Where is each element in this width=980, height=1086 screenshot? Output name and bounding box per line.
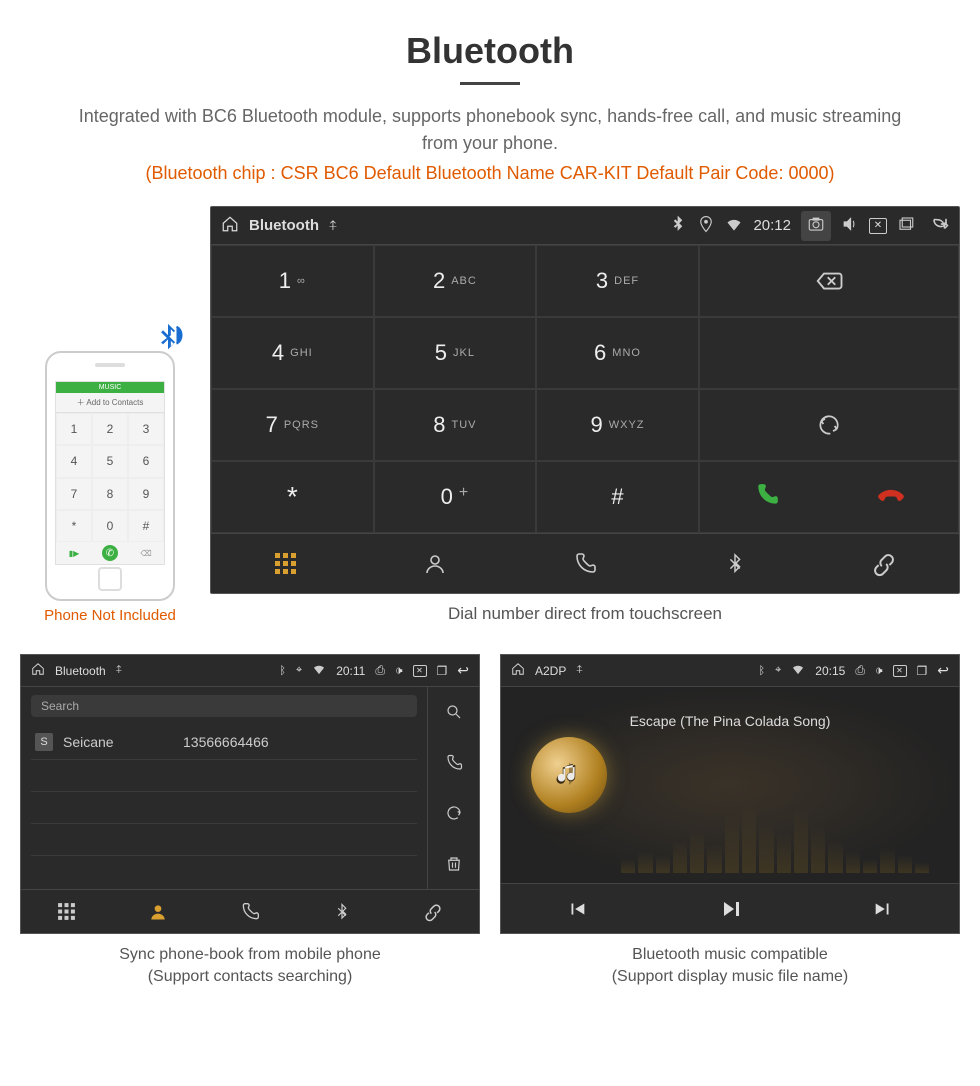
- title-underline: [460, 82, 520, 85]
- statusbar-time: 20:11: [336, 664, 365, 678]
- tab-contacts[interactable]: [361, 534, 511, 593]
- screenshot-icon[interactable]: [801, 211, 831, 241]
- contact-initial: S: [35, 733, 53, 751]
- contacts-caption-1: Sync phone-book from mobile phone: [20, 944, 480, 966]
- usb-icon: ⍏: [576, 664, 583, 677]
- page-description: Integrated with BC6 Bluetooth module, su…: [10, 103, 970, 157]
- tab-call-log[interactable]: [204, 890, 296, 933]
- home-icon[interactable]: [221, 215, 239, 237]
- wifi-icon: [725, 215, 743, 237]
- recent-apps-icon[interactable]: ❐: [917, 664, 928, 678]
- album-art: [531, 737, 607, 813]
- call-contact-button[interactable]: [428, 738, 479, 789]
- statusbar-app-title: A2DP: [535, 664, 566, 678]
- statusbar-app-title: Bluetooth: [249, 217, 319, 234]
- empty-side-1: [699, 317, 959, 389]
- key-7[interactable]: 7PQRS: [211, 389, 374, 461]
- music-caption-1: Bluetooth music compatible: [500, 944, 960, 966]
- close-app-icon[interactable]: ✕: [893, 665, 907, 677]
- usb-icon: ⍏: [116, 664, 123, 677]
- key-3[interactable]: 3DEF: [536, 245, 699, 317]
- recent-apps-icon[interactable]: ❐: [437, 664, 448, 678]
- wifi-icon: [791, 662, 805, 679]
- contact-number: 13566664466: [183, 734, 269, 750]
- close-app-icon[interactable]: ✕: [869, 218, 887, 234]
- tab-pair[interactable]: [387, 890, 479, 933]
- back-icon[interactable]: ↩: [937, 662, 949, 679]
- hangup-button[interactable]: [878, 482, 904, 513]
- phone-not-included-label: Phone Not Included: [20, 607, 200, 624]
- back-icon[interactable]: ↩: [457, 662, 469, 679]
- key-1[interactable]: 1∞: [211, 245, 374, 317]
- screenshot-icon[interactable]: ⎙: [855, 663, 865, 678]
- close-app-icon[interactable]: ✕: [413, 665, 427, 677]
- contacts-headunit: Bluetooth ⍏ ᛒ ⌖ 20:11 ⎙ 🕩 ✕ ❐ ↩ Search: [20, 654, 480, 934]
- delete-contact-button[interactable]: [428, 839, 479, 890]
- key-star[interactable]: *: [211, 461, 374, 533]
- usb-icon: ⍏: [329, 217, 337, 234]
- key-6[interactable]: 6MNO: [536, 317, 699, 389]
- redial-button[interactable]: [699, 389, 959, 461]
- backspace-button[interactable]: [699, 245, 959, 317]
- key-4[interactable]: 4GHI: [211, 317, 374, 389]
- tab-bluetooth[interactable]: [660, 534, 810, 593]
- key-8[interactable]: 8TUV: [374, 389, 537, 461]
- sync-contacts-button[interactable]: [428, 788, 479, 839]
- key-2[interactable]: 2ABC: [374, 245, 537, 317]
- tab-dialpad[interactable]: [211, 534, 361, 593]
- tab-pair[interactable]: [809, 534, 959, 593]
- search-button[interactable]: [428, 687, 479, 738]
- statusbar-app-title: Bluetooth: [55, 664, 106, 678]
- bluetooth-status-icon: [669, 215, 687, 237]
- music-headunit: A2DP ⍏ ᛒ ⌖ 20:15 ⎙ 🕩 ✕ ❐ ↩ Escape (The P…: [500, 654, 960, 934]
- song-title: Escape (The Pina Colada Song): [501, 713, 959, 729]
- home-icon[interactable]: [511, 662, 525, 679]
- phone-mockup: MUSIC ＋ Add to Contacts 123 456 789 *0# …: [45, 351, 175, 601]
- tab-call-log[interactable]: [510, 534, 660, 593]
- back-icon[interactable]: [931, 215, 949, 237]
- tab-contacts[interactable]: [113, 890, 205, 933]
- contact-row[interactable]: S Seicane 13566664466: [31, 725, 417, 760]
- equalizer-visual: [621, 793, 929, 873]
- key-5[interactable]: 5JKL: [374, 317, 537, 389]
- home-icon[interactable]: [31, 662, 45, 679]
- music-caption-2: (Support display music file name): [500, 966, 960, 988]
- next-track-button[interactable]: [806, 884, 959, 933]
- tab-bluetooth[interactable]: [296, 890, 388, 933]
- key-9[interactable]: 9WXYZ: [536, 389, 699, 461]
- tab-dialpad[interactable]: [21, 890, 113, 933]
- recent-apps-icon[interactable]: [897, 215, 915, 237]
- call-button[interactable]: [754, 482, 780, 513]
- volume-icon[interactable]: 🕩: [875, 663, 883, 678]
- search-input[interactable]: Search: [31, 695, 417, 717]
- contact-name: Seicane: [63, 734, 173, 750]
- key-0[interactable]: 0+: [374, 461, 537, 533]
- screenshot-icon[interactable]: ⎙: [375, 663, 385, 678]
- page-title: Bluetooth: [10, 30, 970, 72]
- bluetooth-status-icon: ᛒ: [279, 665, 286, 677]
- phone-mock-statusbar: MUSIC: [56, 382, 164, 393]
- dialer-headunit: Bluetooth ⍏ 20:12 ✕ 1∞ 2ABC: [210, 206, 960, 594]
- phone-mock-add-contacts: ＋ Add to Contacts: [56, 393, 164, 413]
- volume-icon[interactable]: 🕩: [395, 663, 403, 678]
- statusbar-time: 20:15: [815, 664, 845, 678]
- location-icon: ⌖: [296, 664, 302, 677]
- contacts-caption-2: (Support contacts searching): [20, 966, 480, 988]
- volume-icon[interactable]: [841, 215, 859, 237]
- dialer-caption: Dial number direct from touchscreen: [210, 604, 960, 624]
- wifi-icon: [312, 662, 326, 679]
- key-hash[interactable]: #: [536, 461, 699, 533]
- play-pause-button[interactable]: [654, 884, 807, 933]
- location-icon: ⌖: [775, 664, 781, 677]
- statusbar-time: 20:12: [753, 217, 791, 234]
- prev-track-button[interactable]: [501, 884, 654, 933]
- location-icon: [697, 215, 715, 237]
- bluetooth-status-icon: ᛒ: [758, 665, 765, 677]
- bluetooth-specs: (Bluetooth chip : CSR BC6 Default Blueto…: [10, 163, 970, 184]
